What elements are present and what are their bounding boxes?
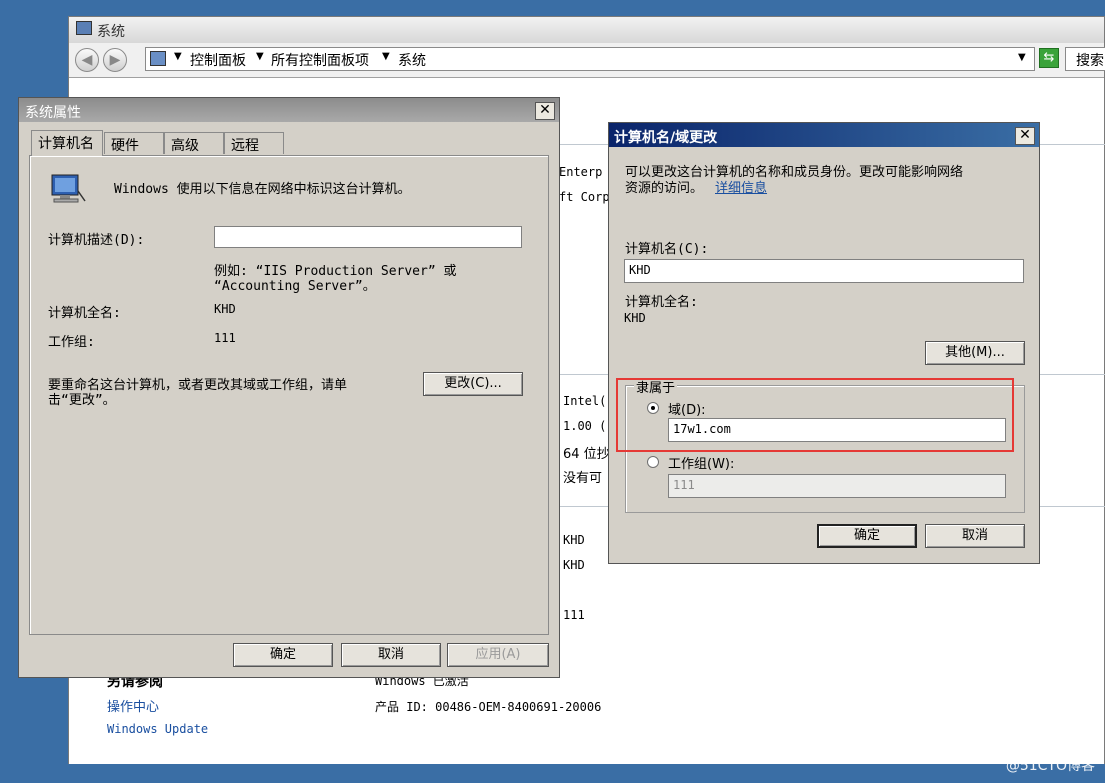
tab-hardware[interactable]: 硬件 bbox=[104, 132, 164, 154]
tab-remote[interactable]: 远程 bbox=[224, 132, 284, 154]
full-name-value: KHD bbox=[563, 558, 585, 572]
computer-icon bbox=[76, 21, 92, 35]
close-button[interactable]: ✕ bbox=[1015, 127, 1035, 145]
windows-update-link[interactable]: Windows Update bbox=[107, 722, 208, 736]
window-titlebar: 系统 bbox=[69, 17, 1104, 44]
breadcrumb[interactable]: ▼ 控制面板 ▼ 所有控制面板项 ▼ 系统 ▼ bbox=[145, 47, 1035, 71]
full-name-value: KHD bbox=[624, 311, 646, 325]
refresh-icon[interactable]: ⇆ bbox=[1039, 48, 1059, 68]
cancel-button[interactable]: 取消 bbox=[925, 524, 1025, 548]
workgroup-input[interactable]: 111 bbox=[668, 474, 1006, 498]
system-properties-dialog: 系统属性 ✕ 计算机名 硬件 高级 远程 Windows 使用以下信息在网络中标… bbox=[18, 97, 560, 678]
search-input[interactable]: 搜索 bbox=[1065, 47, 1105, 71]
more-details-link[interactable]: 详细信息 bbox=[715, 177, 767, 196]
full-name-label: 计算机全名: bbox=[625, 295, 698, 310]
breadcrumb-arrow-icon[interactable]: ▼ bbox=[256, 51, 264, 62]
breadcrumb-item[interactable]: 系统 bbox=[398, 50, 426, 70]
workgroup-label: 工作组(W): bbox=[668, 457, 735, 472]
more-button[interactable]: 其他(M)... bbox=[925, 341, 1025, 365]
rename-instructions-line2: 击“更改”。 bbox=[48, 393, 116, 408]
highlight-box bbox=[616, 378, 1014, 452]
copyright-fragment: ft Corp bbox=[559, 190, 610, 204]
processor-fragment: Intel( bbox=[563, 394, 607, 408]
computer-name-input[interactable]: KHD bbox=[624, 259, 1024, 283]
full-name-value: KHD bbox=[214, 302, 236, 316]
breadcrumb-arrow-icon[interactable]: ▼ bbox=[382, 51, 390, 62]
computer-name-domain-dialog: 计算机名/域更改 ✕ 可以更改这台计算机的名称和成员身份。更改可能影响网络 资源… bbox=[608, 122, 1040, 564]
dialog-title: 系统属性 bbox=[25, 105, 81, 121]
product-id: 产品 ID: 00486-OEM-8400691-20006 bbox=[375, 700, 602, 714]
tab-panel: Windows 使用以下信息在网络中标识这台计算机。 计算机描述(D): 例如:… bbox=[29, 155, 549, 635]
ok-button[interactable]: 确定 bbox=[233, 643, 333, 667]
full-name-label: 计算机全名: bbox=[48, 306, 121, 321]
computer-name-label: 计算机名(C): bbox=[625, 242, 709, 257]
description-line2: 资源的访问。 bbox=[625, 181, 704, 196]
description-label: 计算机描述(D): bbox=[48, 233, 145, 248]
breadcrumb-arrow-icon[interactable]: ▼ bbox=[174, 51, 182, 62]
dialog-titlebar: 系统属性 ✕ bbox=[19, 98, 559, 122]
breadcrumb-item[interactable]: 所有控制面板项 bbox=[271, 50, 369, 70]
computer-description-input[interactable] bbox=[214, 226, 522, 248]
tab-computer-name[interactable]: 计算机名 bbox=[31, 130, 103, 156]
cancel-button[interactable]: 取消 bbox=[341, 643, 441, 667]
breadcrumb-item[interactable]: 控制面板 bbox=[190, 50, 246, 70]
workgroup-value: 111 bbox=[563, 608, 585, 622]
pen-fragment: 没有可 bbox=[563, 471, 603, 486]
back-button[interactable]: ◀ bbox=[75, 48, 99, 72]
memory-fragment: 1.00 ( bbox=[563, 419, 607, 433]
computer-name-value: KHD bbox=[563, 533, 585, 547]
tab-advanced[interactable]: 高级 bbox=[164, 132, 224, 154]
workgroup-value: 111 bbox=[214, 331, 236, 345]
action-center-link[interactable]: 操作中心 bbox=[107, 696, 159, 715]
dialog-title: 计算机名/域更改 bbox=[614, 130, 718, 146]
workgroup-label: 工作组: bbox=[48, 335, 95, 350]
apply-button[interactable]: 应用(A) bbox=[447, 643, 549, 667]
address-bar: ◀ ▶ ▼ 控制面板 ▼ 所有控制面板项 ▼ 系统 ▼ ⇆ 搜索 bbox=[69, 43, 1105, 78]
window-title: 系统 bbox=[97, 24, 125, 40]
change-button[interactable]: 更改(C)... bbox=[423, 372, 523, 396]
address-dropdown-icon[interactable]: ▼ bbox=[1018, 52, 1026, 63]
system-type-fragment: 64 位抄 bbox=[563, 447, 610, 462]
control-panel-icon bbox=[150, 51, 166, 66]
network-computer-icon bbox=[51, 174, 86, 203]
intro-text: Windows 使用以下信息在网络中标识这台计算机。 bbox=[114, 182, 411, 197]
forward-button[interactable]: ▶ bbox=[103, 48, 127, 72]
watermark: @51CTO博客 bbox=[1005, 758, 1095, 774]
ok-button[interactable]: 确定 bbox=[817, 524, 917, 548]
workgroup-radio[interactable] bbox=[647, 456, 659, 468]
edition-fragment: Enterp bbox=[559, 165, 603, 179]
dialog-titlebar: 计算机名/域更改 ✕ bbox=[609, 123, 1039, 147]
close-button[interactable]: ✕ bbox=[535, 102, 555, 120]
example-line2: “Accounting Server”。 bbox=[214, 279, 376, 294]
